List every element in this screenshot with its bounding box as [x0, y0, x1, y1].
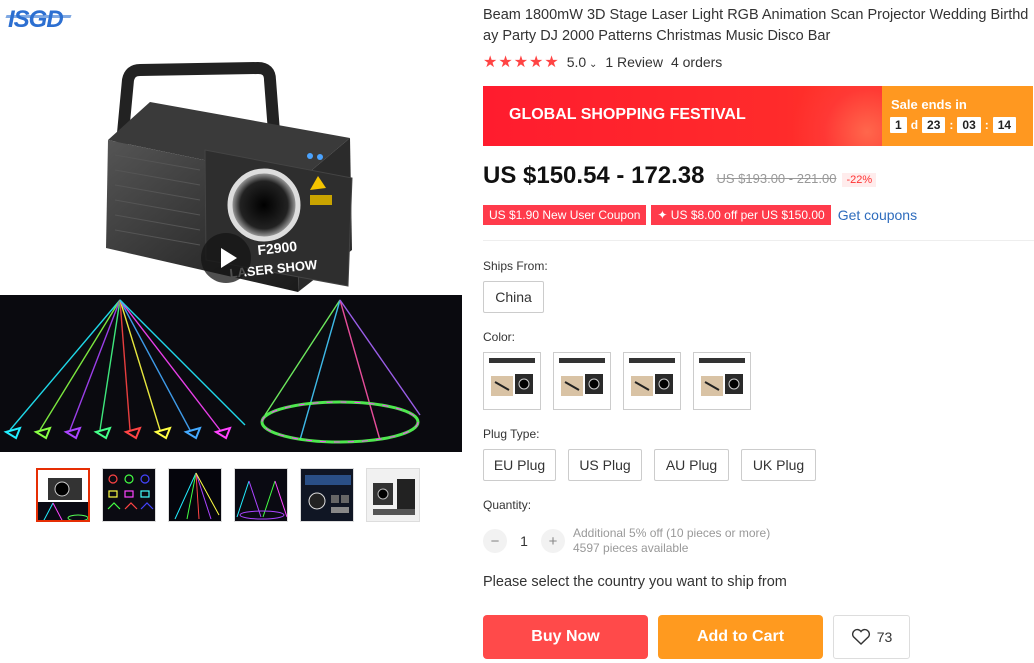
stock-available: 4597 pieces available — [573, 541, 689, 555]
festival-title: GLOBAL SHOPPING FESTIVAL — [509, 106, 746, 123]
thumbnail-2[interactable] — [102, 468, 156, 522]
color-option-3[interactable] — [623, 352, 681, 410]
quantity-label: Quantity: — [483, 498, 532, 512]
wishlist-count: 73 — [876, 629, 893, 645]
thumbnail-5[interactable] — [300, 468, 354, 522]
thumbnail-image — [103, 469, 155, 521]
heart-icon — [851, 628, 870, 645]
promo-banner[interactable]: GLOBAL SHOPPING FESTIVAL Sale ends in 1 … — [483, 86, 1033, 146]
main-product-image[interactable]: F2900 LASER SHOW — [0, 30, 462, 452]
plug-option-uk[interactable]: UK Plug — [741, 449, 816, 481]
color-swatch-image — [487, 356, 537, 406]
color-option-2[interactable] — [553, 352, 611, 410]
get-coupons-link[interactable]: Get coupons — [838, 207, 917, 223]
quantity-info: Additional 5% off (10 pieces or more) 45… — [573, 526, 770, 556]
color-option-4[interactable] — [693, 352, 751, 410]
thumbnail-6[interactable] — [366, 468, 420, 522]
thumbnail-3[interactable] — [168, 468, 222, 522]
quantity-stepper: − 1 + Additional 5% off (10 pieces or mo… — [483, 526, 770, 556]
price-row: US $150.54 - 172.38 US $193.00 - 221.00 … — [483, 162, 877, 190]
color-label: Color: — [483, 330, 516, 344]
wishlist-button[interactable]: 73 — [833, 615, 910, 659]
increase-quantity-button[interactable]: + — [541, 529, 565, 553]
color-swatch-image — [627, 356, 677, 406]
star-rating-icon: ★★★★★ — [483, 54, 560, 71]
decrease-quantity-button[interactable]: − — [483, 529, 507, 553]
color-option-1[interactable] — [483, 352, 541, 410]
thumbnail-1[interactable] — [36, 468, 90, 522]
thumbnail-image — [301, 469, 353, 521]
coupon-row: US $1.90 New User Coupon ✦ US $8.00 off … — [483, 205, 917, 225]
product-title: Beam 1800mW 3D Stage Laser Light RGB Ani… — [483, 7, 1029, 44]
new-user-coupon[interactable]: US $1.90 New User Coupon — [483, 205, 647, 225]
rating-row: ★★★★★ 5.0 1 Review 4 orders — [483, 52, 722, 72]
store-coupon[interactable]: ✦ US $8.00 off per US $150.00 — [651, 205, 831, 225]
thumbnail-strip — [36, 468, 420, 522]
countdown-days: 1 — [890, 117, 907, 133]
product-gallery: ISGD F2900 LASER SHOW — [0, 0, 462, 663]
color-swatch-image — [697, 356, 747, 406]
countdown-timer: 1 d 23 : 03 : 14 — [890, 117, 1017, 133]
sale-countdown: Sale ends in 1 d 23 : 03 : 14 — [882, 86, 1033, 146]
plug-option-au[interactable]: AU Plug — [654, 449, 729, 481]
shipping-message: Please select the country you want to sh… — [483, 574, 787, 590]
order-count: 4 orders — [670, 54, 723, 70]
buy-now-button[interactable]: Buy Now — [483, 615, 648, 659]
divider — [483, 240, 1034, 241]
discount-badge: -22% — [842, 173, 877, 187]
quantity-input[interactable]: 1 — [507, 533, 541, 549]
time-separator: : — [984, 118, 989, 132]
plug-type-label: Plug Type: — [483, 427, 540, 441]
days-unit: d — [910, 118, 919, 132]
rating-value[interactable]: 5.0 — [567, 54, 598, 70]
thumbnail-image — [235, 469, 287, 521]
thumbnail-image — [169, 469, 221, 521]
ships-from-label: Ships From: — [483, 259, 548, 273]
play-video-button[interactable] — [201, 233, 251, 283]
bulk-discount-note: Additional 5% off (10 pieces or more) — [573, 526, 771, 540]
original-price: US $193.00 - 221.00 — [716, 171, 837, 186]
thumbnail-image — [38, 470, 88, 520]
plug-option-eu[interactable]: EU Plug — [483, 449, 556, 481]
thumbnail-4[interactable] — [234, 468, 288, 522]
current-price: US $150.54 - 172.38 — [483, 162, 705, 189]
review-count-link[interactable]: 1 Review — [605, 54, 663, 70]
time-separator: : — [949, 118, 954, 132]
plug-option-us[interactable]: US Plug — [568, 449, 642, 481]
add-to-cart-button[interactable]: Add to Cart — [658, 615, 823, 659]
ships-from-china[interactable]: China — [483, 281, 544, 313]
color-swatch-image — [557, 356, 607, 406]
countdown-hours: 23 — [922, 117, 946, 133]
countdown-seconds: 14 — [992, 117, 1017, 133]
countdown-minutes: 03 — [957, 117, 981, 133]
sale-ends-label: Sale ends in — [891, 97, 967, 112]
thumbnail-image — [367, 469, 419, 521]
